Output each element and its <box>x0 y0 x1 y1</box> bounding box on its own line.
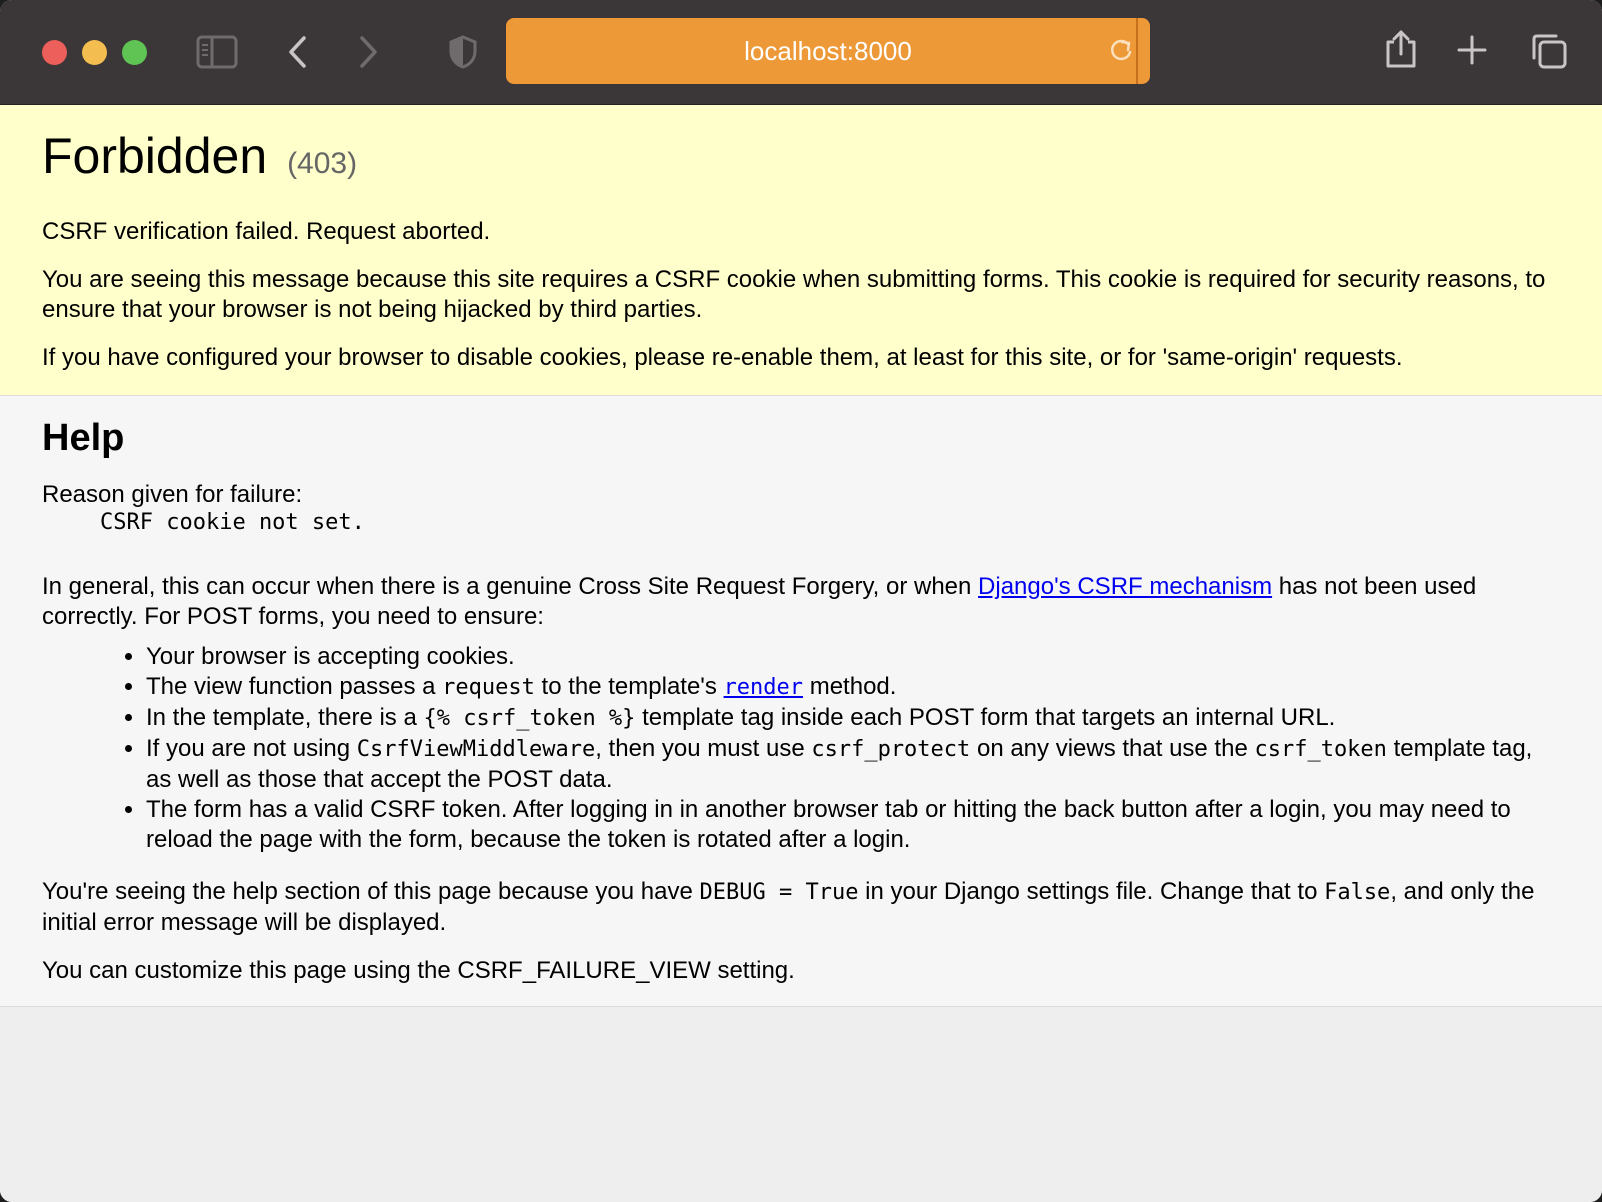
reason-text: CSRF cookie not set. <box>100 510 365 535</box>
page-title: Forbidden (403) <box>42 127 1560 193</box>
address-url[interactable]: localhost:8000 <box>506 18 1150 84</box>
address-bar-divider <box>1136 18 1138 84</box>
list-item-text: In the template, there is a <box>146 704 424 731</box>
inline-code[interactable]: render <box>724 675 803 700</box>
title-text: Forbidden <box>42 128 268 184</box>
general-text-start: In general, this can occur when there is… <box>42 573 979 600</box>
cookies-paragraph: If you have configured your browser to d… <box>42 344 1403 371</box>
list-item-text: , then you must use <box>595 735 812 762</box>
close-window-button[interactable] <box>42 40 67 65</box>
browser-window: localhost:8000 Forbidden (403) CSRF veri… <box>0 0 1602 1202</box>
reload-icon[interactable] <box>1108 38 1134 64</box>
status-code: (403) <box>287 147 358 180</box>
inline-code: request <box>442 675 535 700</box>
list-item-text: The view function passes a <box>146 673 443 700</box>
minimize-window-button[interactable] <box>82 40 107 65</box>
sidebar-toggle-icon[interactable] <box>196 35 238 69</box>
list-item: The form has a valid CSRF token. After l… <box>146 795 1560 855</box>
share-icon[interactable] <box>1384 28 1418 70</box>
customize-paragraph: You can customize this page using the CS… <box>42 957 795 984</box>
error-summary: Forbidden (403) CSRF verification failed… <box>0 105 1602 396</box>
address-bar[interactable]: localhost:8000 <box>506 18 1150 84</box>
error-message: CSRF verification failed. Request aborte… <box>42 218 491 245</box>
explanation-paragraph: You are seeing this message because this… <box>42 266 1546 323</box>
help-section: Help Reason given for failure: CSRF cook… <box>0 396 1602 1007</box>
inline-code: {% csrf_token %} <box>423 706 636 731</box>
list-item-text: on any views that use the <box>970 735 1255 762</box>
inline-code: CsrfViewMiddleware <box>356 737 596 762</box>
list-item-text: template tag inside each POST form that … <box>635 704 1336 731</box>
checklist: Your browser is accepting cookies. The v… <box>42 642 1560 855</box>
reason-label: Reason given for failure: <box>42 481 303 508</box>
list-item-text: method. <box>803 673 897 700</box>
browser-toolbar: localhost:8000 <box>0 0 1602 105</box>
list-item-text: to the template's <box>534 673 724 700</box>
new-tab-icon[interactable] <box>1456 34 1488 66</box>
inline-code: False <box>1324 880 1391 905</box>
back-icon[interactable] <box>286 34 310 70</box>
list-item: If you are not using CsrfViewMiddleware,… <box>146 734 1560 795</box>
debug-text: in your Django settings file. Change tha… <box>858 878 1325 905</box>
list-item: Your browser is accepting cookies. <box>146 642 1560 672</box>
inline-code: DEBUG = True <box>699 880 859 905</box>
list-item: In the template, there is a {% csrf_toke… <box>146 703 1560 734</box>
privacy-shield-icon[interactable] <box>448 34 478 70</box>
inline-code: csrf_protect <box>811 737 971 762</box>
zoom-window-button[interactable] <box>122 40 147 65</box>
general-paragraph: In general, this can occur when there is… <box>42 572 1560 632</box>
page-content: Forbidden (403) CSRF verification failed… <box>0 105 1602 1202</box>
forward-icon[interactable] <box>356 34 380 70</box>
debug-paragraph: You're seeing the help section of this p… <box>42 877 1560 938</box>
list-item: The view function passes a request to th… <box>146 672 1560 703</box>
tab-overview-icon[interactable] <box>1530 32 1568 70</box>
render-docs-link[interactable]: render <box>724 673 803 700</box>
help-heading: Help <box>42 417 125 459</box>
list-item-text: If you are not using <box>146 735 357 762</box>
inline-code: csrf_token <box>1254 737 1387 762</box>
debug-text: You're seeing the help section of this p… <box>42 878 700 905</box>
csrf-docs-link[interactable]: Django's CSRF mechanism <box>978 573 1272 600</box>
